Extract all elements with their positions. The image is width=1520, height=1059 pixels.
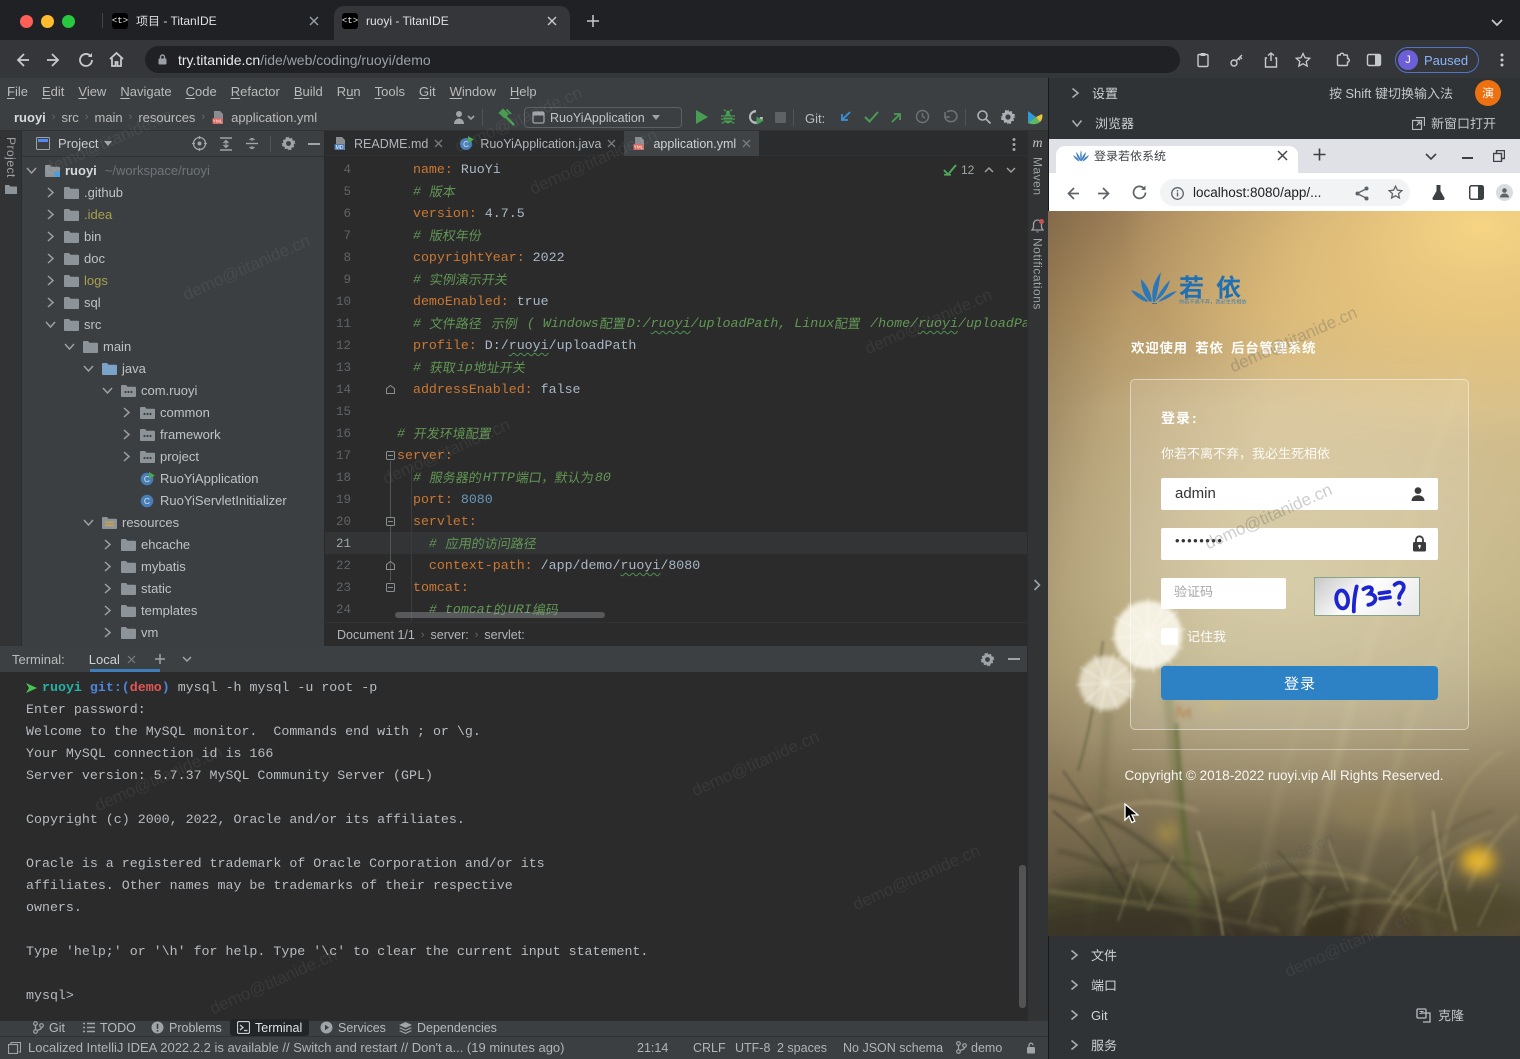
svg-text:C: C <box>143 496 149 506</box>
svg-text:YML: YML <box>213 118 223 123</box>
